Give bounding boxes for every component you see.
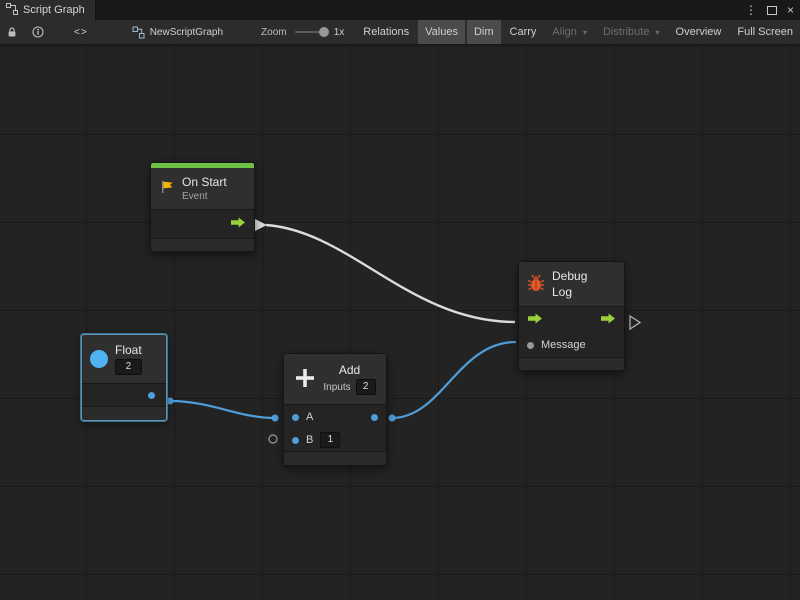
message-port-label: Message [541, 339, 586, 351]
tab-script-graph[interactable]: Script Graph [0, 0, 96, 20]
exec-output-port[interactable] [600, 313, 616, 327]
exec-input-port[interactable] [527, 313, 543, 327]
node-add[interactable]: Add Inputs 2 A B 1 [283, 353, 387, 466]
port-row-a: A [284, 405, 386, 429]
align-label: Align [552, 26, 576, 38]
wire-float-to-add [170, 401, 275, 418]
input-port-b[interactable] [292, 437, 299, 444]
node-body: Message [519, 306, 624, 357]
exec-row [519, 307, 624, 333]
info-icon[interactable] [32, 20, 44, 44]
node-title: On Start [182, 175, 227, 189]
inputs-label: Inputs [323, 382, 350, 393]
value-output-row [82, 384, 166, 406]
align-button[interactable]: Align ▾ [545, 20, 594, 44]
wire-onstart-to-log [266, 225, 515, 322]
zoom-value: 1x [334, 27, 345, 38]
sum-output-port[interactable] [371, 414, 378, 421]
graph-name: NewScriptGraph [150, 27, 223, 38]
fullscreen-button[interactable]: Full Screen [730, 20, 800, 44]
zoom-slider[interactable] [295, 31, 327, 33]
port-b-value-field[interactable]: 1 [320, 432, 340, 448]
tab-title: Script Graph [23, 4, 85, 16]
float-icon [90, 350, 108, 368]
overview-button[interactable]: Overview [669, 20, 729, 44]
unconnected-exec-out-handle [630, 316, 640, 329]
values-button[interactable]: Values [418, 20, 465, 44]
zoom-label: Zoom [261, 27, 287, 38]
port-a-label: A [306, 411, 313, 423]
close-icon[interactable]: × [787, 0, 794, 20]
node-title: Float [115, 343, 142, 357]
plus-icon [294, 367, 316, 392]
node-header: On Start Event [151, 168, 254, 209]
node-footer [284, 451, 386, 465]
message-input-row: Message [519, 333, 624, 357]
flag-icon [159, 179, 175, 198]
node-header: Add Inputs 2 [284, 354, 386, 404]
node-float[interactable]: Float 2 [81, 334, 167, 421]
chevron-down-icon: ▾ [583, 28, 587, 37]
menu-icon[interactable]: ⋮ [745, 0, 757, 20]
port-row-b: B 1 [284, 429, 386, 451]
float-output-port[interactable] [148, 392, 155, 399]
node-on-start[interactable]: On Start Event [150, 162, 255, 252]
code-icon[interactable]: <> [74, 20, 88, 44]
message-input-port[interactable] [527, 342, 534, 349]
node-title: Debug [552, 269, 587, 283]
distribute-button[interactable]: Distribute ▾ [596, 20, 667, 44]
node-title: Add [339, 363, 360, 377]
tab-bar: Script Graph ⋮ × [0, 0, 800, 20]
inputs-count-field[interactable]: 2 [356, 379, 376, 395]
node-header: Debug Log [519, 262, 624, 306]
window-controls: ⋮ × [745, 0, 798, 20]
carry-button[interactable]: Carry [503, 20, 544, 44]
node-subtitle: Event [182, 191, 227, 202]
wire-add-to-message [392, 342, 516, 418]
wires-layer [0, 45, 800, 600]
exec-wire-arrowhead [255, 219, 267, 231]
zoom-slider-knob[interactable] [319, 27, 329, 37]
node-footer [151, 238, 254, 251]
graph-toolbar: <> NewScriptGraph Zoom 1x Relations Valu… [0, 20, 800, 45]
node-debug-log[interactable]: Debug Log [518, 261, 625, 371]
node-header: Float 2 [82, 335, 166, 383]
graph-file-icon [132, 20, 145, 44]
bug-icon [527, 274, 545, 295]
node-body: A B 1 [284, 404, 386, 451]
node-footer [519, 357, 624, 370]
visual-scripting-window: Script Graph ⋮ × <> [0, 0, 800, 600]
exec-output-row [151, 210, 254, 238]
chevron-down-icon: ▾ [656, 28, 660, 37]
port-b-label: B [306, 434, 313, 446]
node-body [82, 383, 166, 406]
distribute-label: Distribute [603, 26, 649, 38]
script-graph-icon [6, 3, 18, 18]
maximize-icon[interactable] [767, 6, 777, 15]
float-value-field[interactable]: 2 [115, 359, 142, 375]
graph-canvas[interactable]: On Start Event [0, 45, 800, 600]
exec-output-port[interactable] [230, 217, 246, 231]
node-footer [82, 406, 166, 420]
lock-icon[interactable] [6, 20, 18, 44]
relations-button[interactable]: Relations [356, 20, 416, 44]
dim-button[interactable]: Dim [467, 20, 501, 44]
input-port-a[interactable] [292, 414, 299, 421]
unconnected-port-b-handle [269, 435, 277, 443]
node-subtitle: Log [552, 285, 587, 299]
node-body [151, 209, 254, 238]
